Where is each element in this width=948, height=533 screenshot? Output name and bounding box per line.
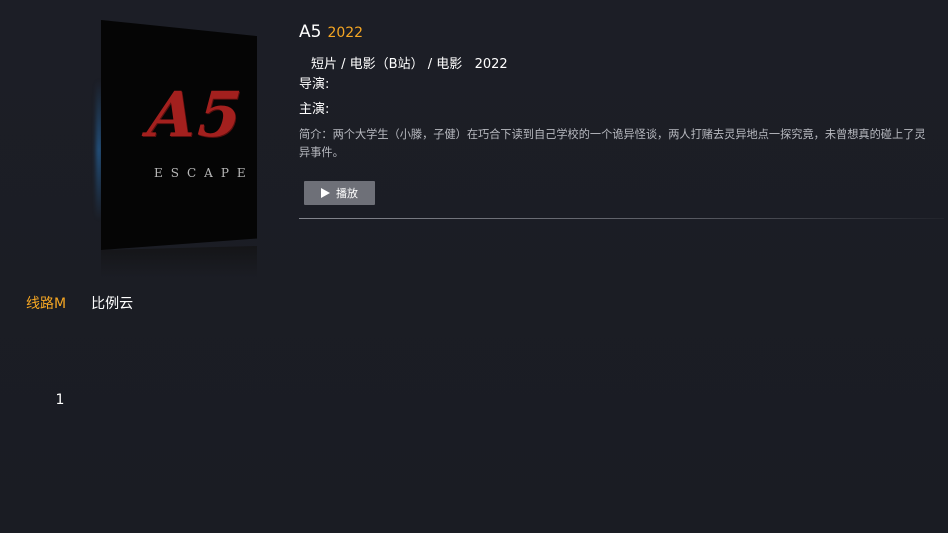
- play-icon: [321, 188, 330, 198]
- play-button[interactable]: 播放: [304, 181, 375, 205]
- actors-label: 主演:: [299, 102, 330, 117]
- poster-image: A5 ESCAPE: [101, 20, 257, 250]
- detail-screen: A5 ESCAPE A5 2022 短片 / 电影（B站） / 电影 2022 …: [0, 0, 948, 533]
- video-year: 2022: [327, 25, 364, 41]
- source-tabs: 线路M 比例云: [26, 293, 133, 313]
- poster-reflection: [101, 246, 257, 278]
- poster-subtitle: ESCAPE: [154, 166, 254, 180]
- title-row: A5 2022: [299, 22, 939, 48]
- episode-button-1[interactable]: 1: [50, 390, 70, 410]
- poster-title: A5: [145, 78, 246, 151]
- poster: A5 ESCAPE: [94, 20, 264, 278]
- director-label: 导演:: [299, 77, 330, 92]
- description: 简介：两个大学生（小滕，子健）在巧合下读到自己学校的一个诡异怪谈，两人打赌去灵异…: [299, 128, 926, 159]
- video-title: A5: [299, 22, 322, 42]
- divider: [299, 218, 944, 219]
- play-button-label: 播放: [336, 187, 358, 200]
- video-meta: 短片 / 电影（B站） / 电影 2022: [311, 57, 508, 72]
- source-tab-m[interactable]: 线路M: [26, 293, 66, 313]
- source-tab-bilicloud[interactable]: 比例云: [91, 293, 133, 313]
- detail-info: A5 2022 短片 / 电影（B站） / 电影 2022 导演: 主演: 简介…: [299, 22, 944, 219]
